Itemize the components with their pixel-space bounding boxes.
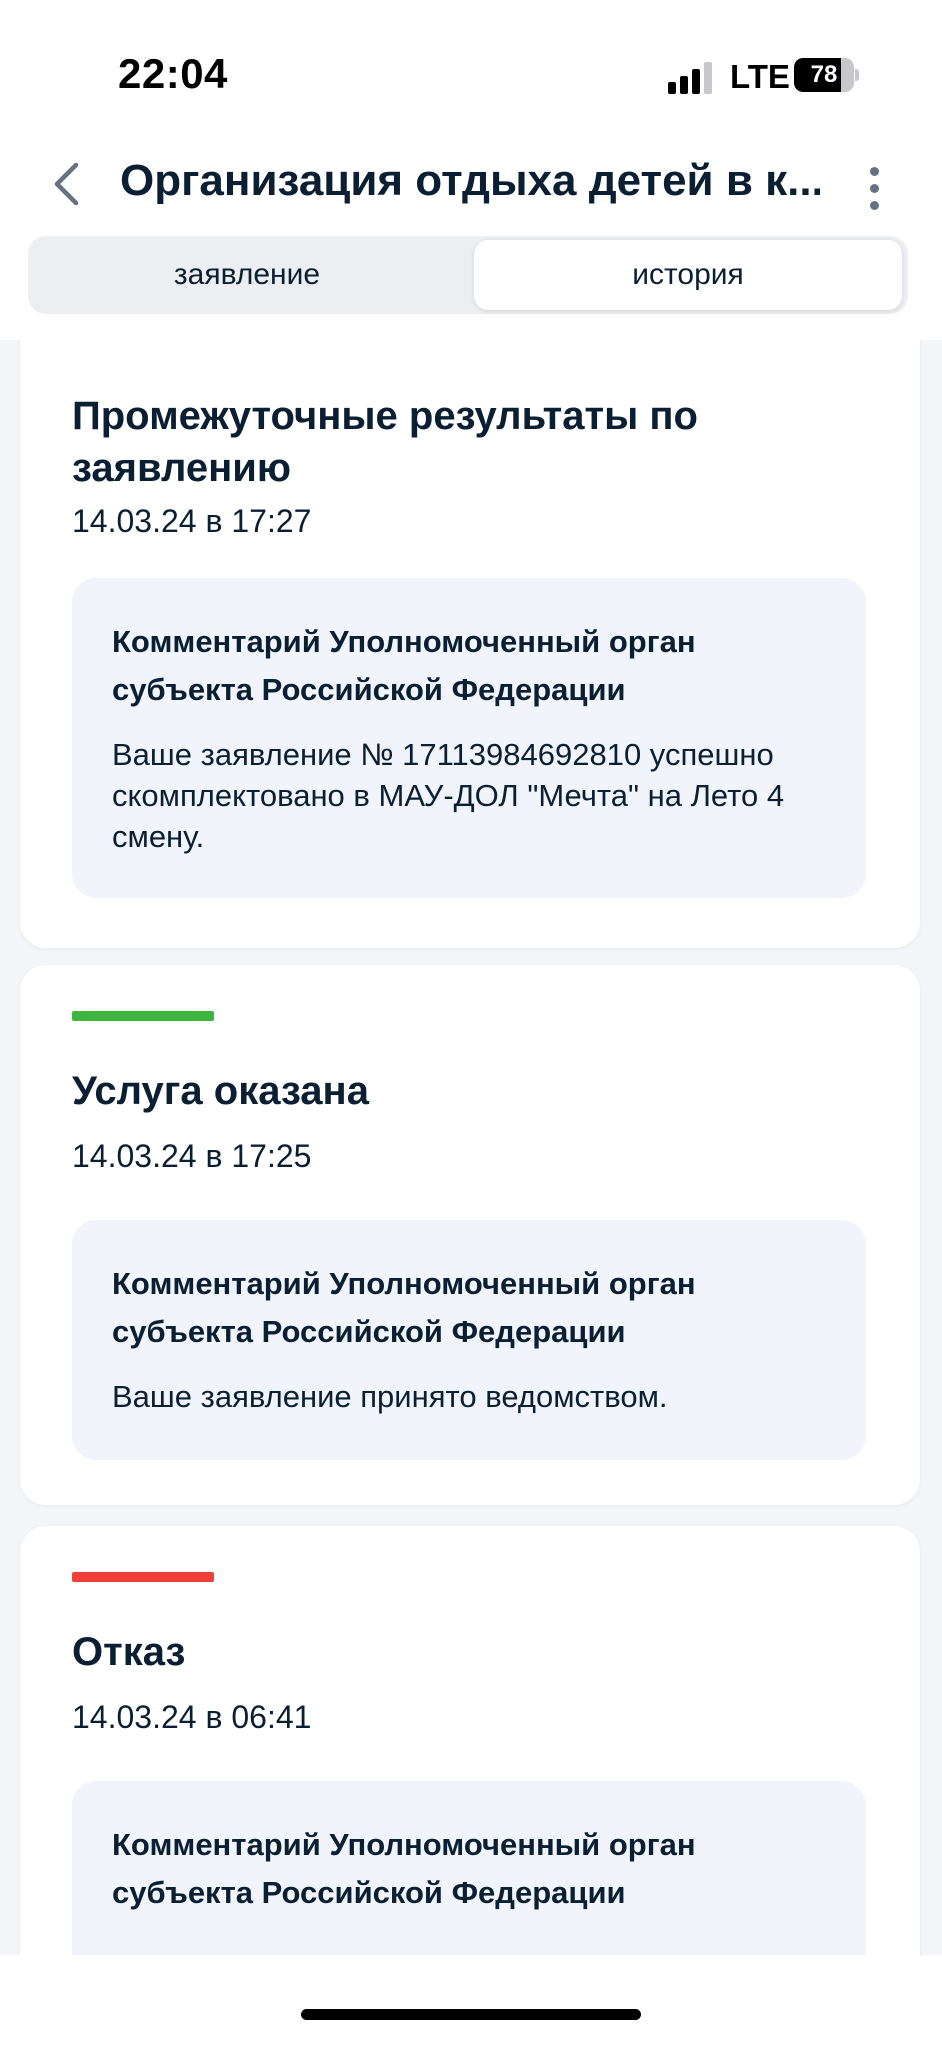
battery-level: 78	[810, 61, 838, 88]
status-indicator-rejected	[72, 1572, 214, 1582]
comment-title: Комментарий Уполномоченный орган субъект…	[112, 1827, 696, 1910]
home-bar	[0, 1955, 942, 2048]
back-button[interactable]	[36, 154, 96, 214]
chevron-left-icon	[54, 162, 79, 206]
more-vertical-icon	[869, 166, 879, 176]
history-title: Промежуточные результаты по заявлению	[72, 394, 698, 490]
status-indicator-success	[72, 1011, 214, 1021]
navigation-bar: Организация отдыха детей в к...	[0, 150, 942, 230]
tab-application[interactable]: заявление	[32, 240, 462, 310]
comment-box: Комментарий Уполномоченный орган субъект…	[72, 578, 866, 898]
history-date: 14.03.24 в 17:27	[72, 503, 312, 539]
history-title: Отказ	[72, 1630, 186, 1674]
tab-bar: заявление история	[28, 236, 908, 314]
status-time: 22:04	[118, 50, 228, 97]
signal-icon	[668, 62, 714, 94]
tab-history[interactable]: история	[474, 240, 902, 310]
status-bar: 22:04 LTE 78	[0, 0, 942, 150]
screen: 22:04 LTE 78 Организация отдыха детей в …	[0, 0, 942, 2048]
comment-text: Ваше заявление № 17113984692810 успешно …	[112, 737, 785, 854]
more-options-button[interactable]	[856, 158, 892, 218]
comment-text: Ваше заявление принято ведомством.	[112, 1379, 668, 1414]
history-list[interactable]: Промежуточные результаты по заявлению 14…	[0, 340, 942, 1955]
comment-box: Комментарий Уполномоченный орган субъект…	[72, 1781, 866, 1955]
home-indicator[interactable]	[301, 2009, 641, 2020]
page-title: Организация отдыха детей в к...	[120, 156, 820, 205]
comment-title: Комментарий Уполномоченный орган субъект…	[112, 1266, 696, 1349]
history-date: 14.03.24 в 06:41	[72, 1699, 312, 1735]
header-area: 22:04 LTE 78 Организация отдыха детей в …	[0, 0, 942, 340]
history-card: Промежуточные результаты по заявлению 14…	[20, 340, 920, 948]
comment-title: Комментарий Уполномоченный орган субъект…	[112, 624, 696, 707]
history-card: Отказ 14.03.24 в 06:41 Комментарий Уполн…	[20, 1526, 920, 1955]
network-type: LTE	[730, 58, 790, 95]
comment-box: Комментарий Уполномоченный орган субъект…	[72, 1220, 866, 1460]
history-date: 14.03.24 в 17:25	[72, 1138, 312, 1174]
battery-icon: 78	[794, 58, 859, 92]
history-card: Услуга оказана 14.03.24 в 17:25 Коммента…	[20, 965, 920, 1505]
history-title: Услуга оказана	[72, 1069, 369, 1113]
